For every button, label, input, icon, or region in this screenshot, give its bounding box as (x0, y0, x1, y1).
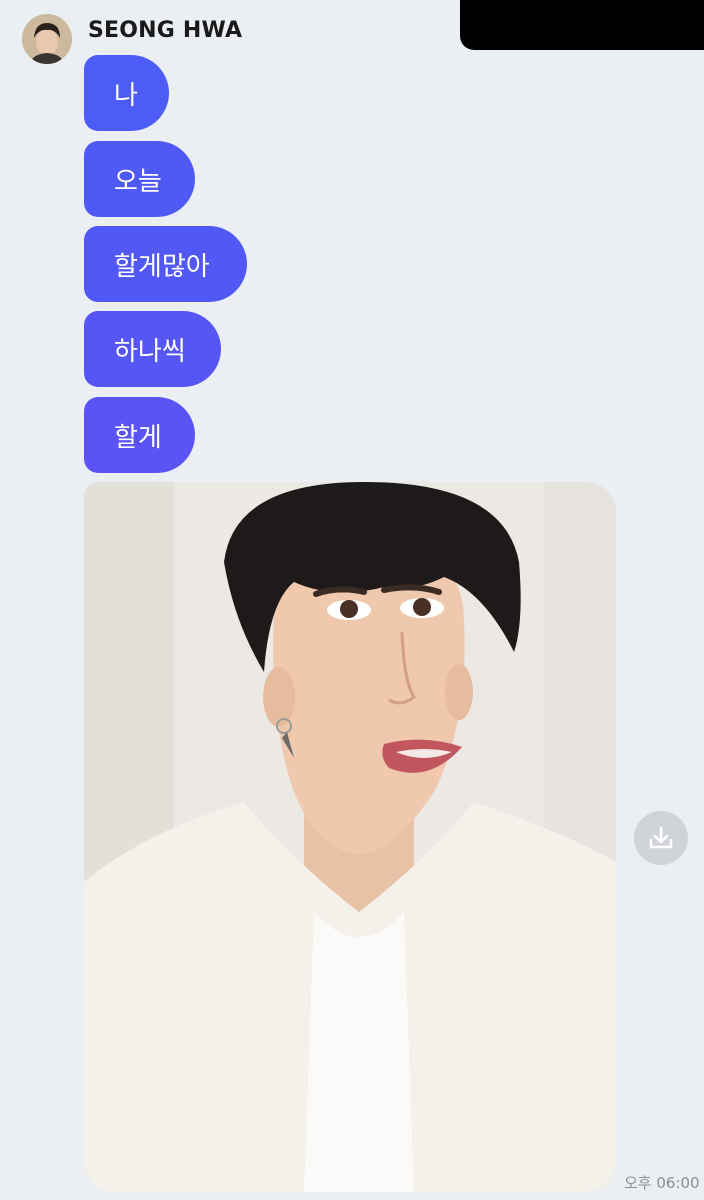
download-icon (649, 826, 673, 849)
message-bubble[interactable]: 하나씩 (84, 311, 221, 387)
message-bubble[interactable]: 할게많아 (84, 226, 247, 302)
selfie-photo (84, 482, 616, 1192)
download-button[interactable] (634, 811, 688, 865)
sender-avatar[interactable] (22, 14, 72, 64)
message-bubble[interactable]: 오늘 (84, 141, 195, 217)
message-bubble[interactable]: 나 (84, 55, 169, 131)
message-timestamp: 오후 06:00 (624, 1174, 700, 1192)
redaction-block (460, 0, 704, 50)
photo-message[interactable] (84, 482, 616, 1192)
sender-name: SEONG HWA (88, 18, 243, 43)
avatar-image (22, 14, 72, 64)
message-bubble[interactable]: 할게 (84, 397, 195, 473)
